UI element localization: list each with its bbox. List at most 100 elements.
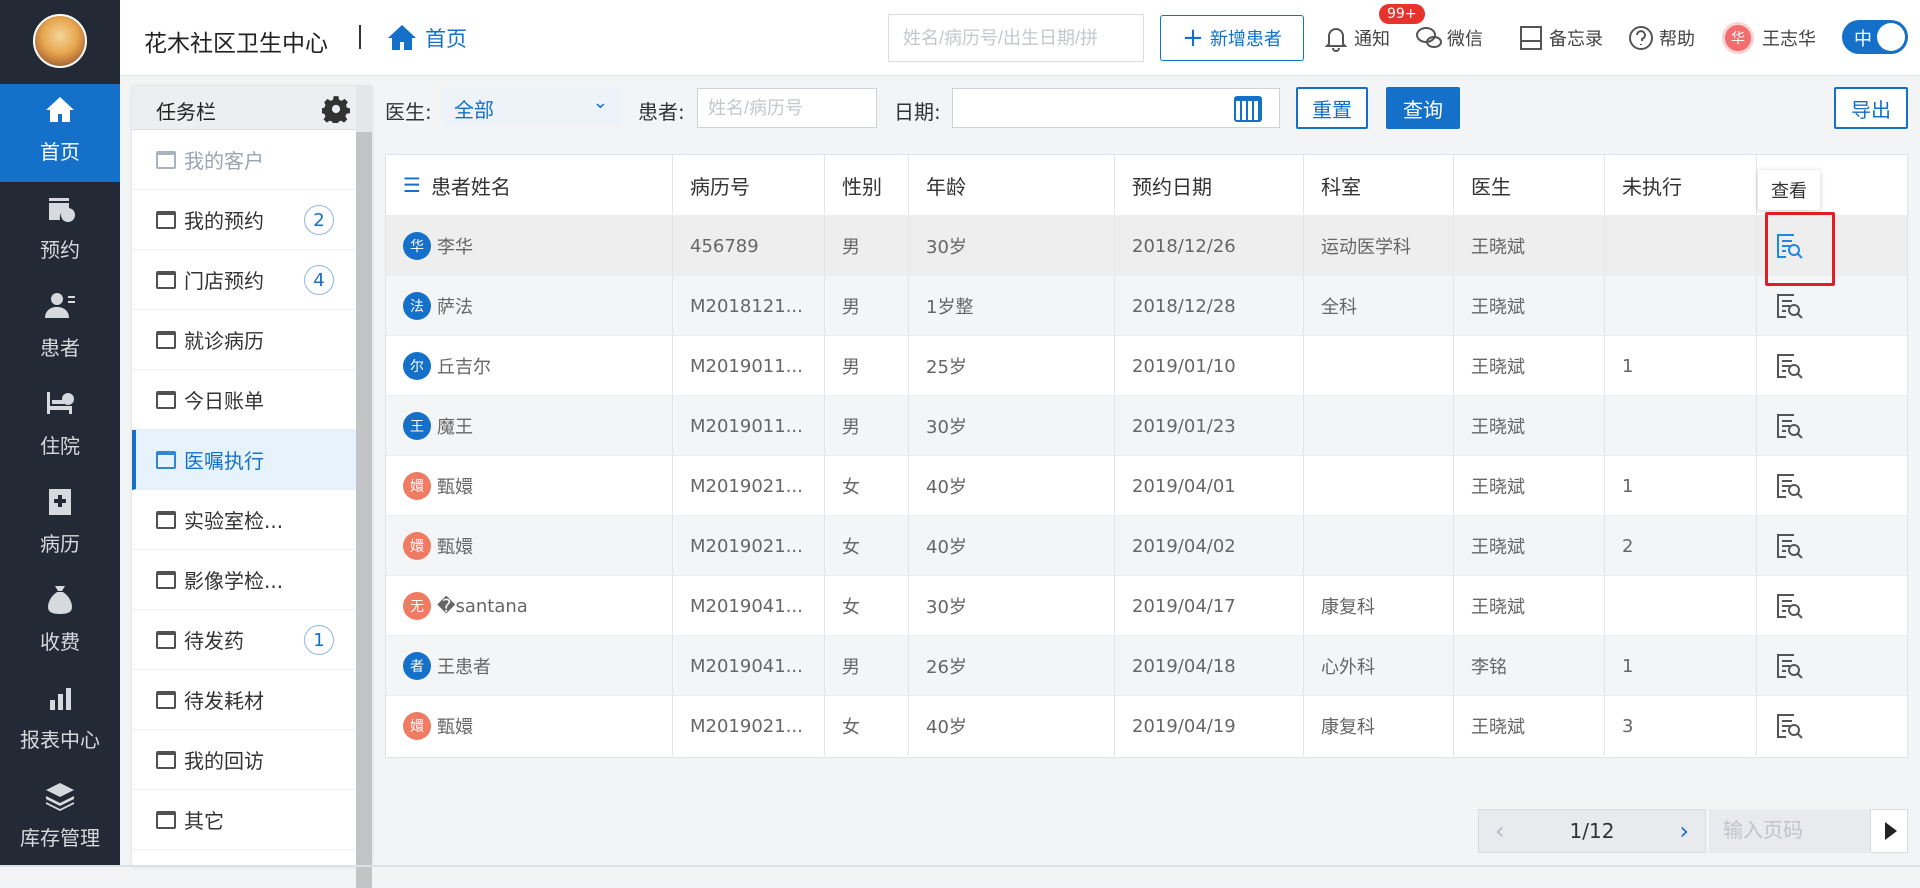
table-row[interactable]: 嬛甄嬛 M2019021... 女 40岁 2019/04/19 康复科 王晓斌 3 (386, 695, 1907, 756)
gender-cell: 女 (824, 516, 908, 576)
view-record-icon[interactable] (1774, 532, 1804, 560)
column-header: 病历号 (672, 155, 824, 215)
id-cell: M2019021... (672, 456, 824, 516)
table-row[interactable]: 华李华 456789 男 30岁 2018/12/26 运动医学科 王晓斌 (386, 215, 1907, 276)
add-patient-button[interactable]: + 新增患者 (1160, 15, 1304, 61)
age-cell: 30岁 (908, 396, 1114, 456)
patient-avatar: 嬛 (403, 532, 431, 560)
calendar-icon (156, 210, 176, 229)
table-row[interactable]: 法萨法 M2018121... 男 1岁整 2018/12/28 全科 王晓斌 (386, 275, 1907, 336)
list-icon: ☰ (403, 173, 421, 197)
task-item-pending-supplies[interactable]: 待发耗材 (132, 670, 356, 730)
view-record-icon[interactable] (1774, 652, 1804, 680)
breadcrumb-home[interactable]: 首页 (385, 20, 467, 56)
goto-page-button[interactable] (1870, 809, 1908, 853)
pending-cell: 2 (1604, 516, 1756, 576)
language-toggle[interactable]: 中 (1842, 20, 1908, 54)
gear-icon[interactable] (322, 95, 350, 123)
task-item-orders-execution[interactable]: 医嘱执行 (132, 430, 356, 490)
doctor-cell: 王晓斌 (1453, 516, 1604, 576)
nav-patients[interactable]: 患者 (0, 280, 120, 378)
view-tooltip: 查看 (1758, 170, 1820, 210)
task-item-my-followups[interactable]: 我的回访 (132, 730, 356, 790)
patient-avatar: 无 (403, 592, 431, 620)
view-record-icon[interactable] (1774, 592, 1804, 620)
memo-button[interactable]: 备忘录 (1517, 24, 1603, 52)
table-row[interactable]: 者王患者 M2019041... 男 26岁 2019/04/18 心外科 李铭 1 (386, 635, 1907, 696)
table-row[interactable]: 嬛甄嬛 M2019021... 女 40岁 2019/04/01 王晓斌 1 (386, 455, 1907, 516)
patient-name-cell: 法萨法 (386, 276, 672, 336)
age-cell: 1岁整 (908, 276, 1114, 336)
view-cell (1756, 636, 1907, 696)
query-button[interactable]: 查询 (1386, 87, 1460, 129)
task-item-today-bills[interactable]: 今日账单 (132, 370, 356, 430)
task-panel-scrollbar-thumb[interactable] (356, 132, 372, 888)
patient-search-input[interactable] (888, 14, 1144, 62)
calendar-icon (156, 630, 176, 649)
pending-cell: 3 (1604, 696, 1756, 756)
doctor-filter-select[interactable]: 全部 ⌄ (444, 88, 622, 126)
pending-cell: 1 (1604, 636, 1756, 696)
view-record-icon[interactable] (1774, 352, 1804, 380)
id-cell: M2019041... (672, 636, 824, 696)
patient-name-cell: 无 �santana (386, 576, 672, 636)
view-record-icon[interactable] (1774, 412, 1804, 440)
doctor-cell: 王晓斌 (1453, 456, 1604, 516)
task-item-pending-drugs[interactable]: 待发药 1 (132, 610, 356, 670)
nav-appointment[interactable]: 预约 (0, 182, 120, 280)
table-row[interactable]: 嬛甄嬛 M2019021... 女 40岁 2019/04/02 王晓斌 2 (386, 515, 1907, 576)
table-row[interactable]: 尔丘吉尔 M2019011... 男 25岁 2019/01/10 王晓斌 1 (386, 335, 1907, 396)
view-record-icon[interactable] (1774, 292, 1804, 320)
export-button[interactable]: 导出 (1834, 87, 1908, 129)
nav-records[interactable]: 病历 (0, 476, 120, 574)
user-menu[interactable]: 华 王志华 (1722, 21, 1816, 55)
patient-filter-input[interactable] (697, 88, 877, 128)
patient-name-cell: 嬛甄嬛 (386, 456, 672, 516)
id-cell: M2019021... (672, 696, 824, 756)
table-row[interactable]: 无 �santana M2019041... 女 30岁 2019/04/17 康复科 王晓斌 (386, 575, 1907, 636)
patient-avatar: 法 (403, 292, 431, 320)
task-item-store-appointments[interactable]: 门店预约 4 (132, 250, 356, 310)
nav-inpatient[interactable]: 住院 (0, 378, 120, 476)
patient-avatar: 王 (403, 412, 431, 440)
date-filter-input[interactable] (952, 88, 1280, 128)
doctor-cell: 王晓斌 (1453, 216, 1604, 276)
task-item-lab-tests[interactable]: 实验室检... (132, 490, 356, 550)
calendar-icon (156, 570, 176, 589)
task-item-imaging[interactable]: 影像学检... (132, 550, 356, 610)
patient-avatar: 嬛 (403, 712, 431, 740)
patient-name: 李华 (437, 237, 473, 258)
prev-page-icon[interactable]: ‹ (1495, 817, 1505, 845)
task-item-other[interactable]: 其它 (132, 790, 356, 850)
patient-filter-label: 患者: (638, 100, 685, 124)
dept-cell: 运动医学科 (1303, 216, 1453, 276)
reset-button[interactable]: 重置 (1296, 87, 1368, 129)
notification-button[interactable]: 通知 (1322, 24, 1390, 52)
goto-page-input[interactable] (1709, 809, 1885, 853)
nav-inventory[interactable]: 库存管理 (0, 770, 120, 868)
view-cell (1756, 696, 1907, 756)
layers-icon (46, 783, 74, 811)
patient-name: 甄嬛 (437, 537, 473, 558)
bar-chart-icon (50, 688, 71, 710)
nav-home[interactable]: 首页 (0, 84, 120, 182)
patient-name-cell: 王魔王 (386, 396, 672, 456)
nav-reports[interactable]: 报表中心 (0, 672, 120, 770)
table-row[interactable]: 王魔王 M2019011... 男 30岁 2019/01/23 王晓斌 (386, 395, 1907, 456)
doctor-cell: 王晓斌 (1453, 696, 1604, 756)
id-cell: M2019041... (672, 576, 824, 636)
task-item-my-appointments[interactable]: 我的预约 2 (132, 190, 356, 250)
next-page-icon[interactable]: › (1679, 817, 1689, 845)
calendar-icon (156, 690, 176, 709)
view-record-icon[interactable] (1774, 472, 1804, 500)
task-item-my-clients[interactable]: 我的客户 (132, 130, 356, 190)
view-record-icon[interactable] (1774, 712, 1804, 740)
task-item-visit-records[interactable]: 就诊病历 (132, 310, 356, 370)
id-cell: M2019011... (672, 336, 824, 396)
column-header: ☰ 患者姓名 (403, 173, 511, 199)
calendar-icon[interactable] (1234, 96, 1262, 122)
wechat-button[interactable]: 微信 (1415, 24, 1483, 52)
nav-billing[interactable]: 收费 (0, 574, 120, 672)
age-cell: 40岁 (908, 696, 1114, 756)
help-button[interactable]: 帮助 (1627, 24, 1695, 52)
